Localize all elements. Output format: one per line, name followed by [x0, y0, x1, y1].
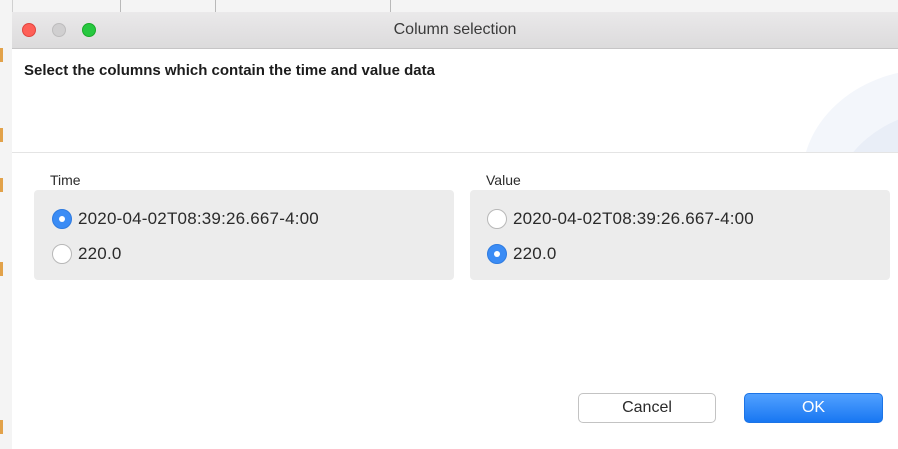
value-option-value[interactable]: 220.0: [487, 242, 557, 266]
column-selection-dialog: Column selection Select the columns whic…: [12, 12, 898, 449]
radio-button-selected[interactable]: [52, 209, 72, 229]
radio-button[interactable]: [487, 209, 507, 229]
cancel-button[interactable]: Cancel: [578, 393, 716, 423]
time-option-value[interactable]: 220.0: [52, 242, 122, 266]
dialog-heading: Select the columns which contain the tim…: [24, 62, 435, 79]
value-group-box: 2020-04-02T08:39:26.667-4:00 220.0: [470, 190, 890, 280]
ok-button[interactable]: OK: [744, 393, 883, 423]
background-divider: [120, 0, 121, 12]
time-option-datetime[interactable]: 2020-04-02T08:39:26.667-4:00: [52, 207, 319, 231]
radio-button[interactable]: [52, 244, 72, 264]
background-divider: [215, 0, 216, 12]
background-marker: [0, 420, 3, 434]
value-option-value-label: 220.0: [513, 244, 557, 263]
time-option-value-label: 220.0: [78, 244, 122, 263]
background-marker: [0, 178, 3, 192]
background-marker: [0, 48, 3, 62]
value-option-datetime[interactable]: 2020-04-02T08:39:26.667-4:00: [487, 207, 754, 231]
title-bar[interactable]: Column selection: [12, 12, 898, 49]
background-marker: [0, 262, 3, 276]
time-group-label: Time: [50, 172, 81, 188]
dialog-header: Select the columns which contain the tim…: [12, 49, 898, 153]
background-divider: [390, 0, 391, 12]
value-group-label: Value: [486, 172, 521, 188]
radio-button-selected[interactable]: [487, 244, 507, 264]
window-title: Column selection: [393, 21, 517, 38]
value-option-datetime-label: 2020-04-02T08:39:26.667-4:00: [513, 209, 754, 228]
time-option-datetime-label: 2020-04-02T08:39:26.667-4:00: [78, 209, 319, 228]
time-group-box: 2020-04-02T08:39:26.667-4:00 220.0: [34, 190, 454, 280]
background-marker: [0, 128, 3, 142]
